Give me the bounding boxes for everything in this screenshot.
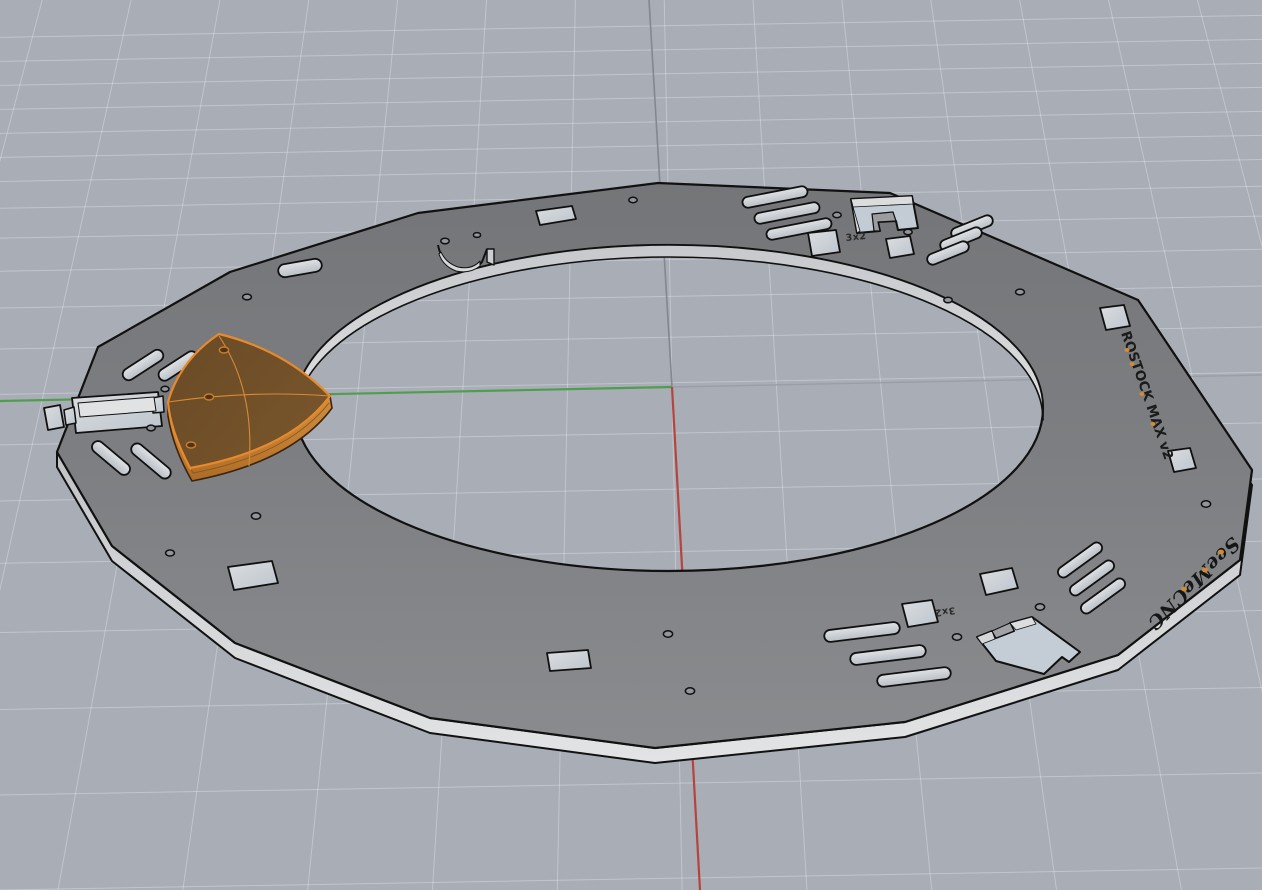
render-canvas[interactable]: 3x2 3x2 ROSTOCK MAX v2 SeeMeCNC [0, 0, 1262, 890]
pocket-size-engraving-top: 3x2 [845, 231, 867, 244]
cad-viewport[interactable]: 3x2 3x2 ROSTOCK MAX v2 SeeMeCNC [0, 0, 1262, 890]
